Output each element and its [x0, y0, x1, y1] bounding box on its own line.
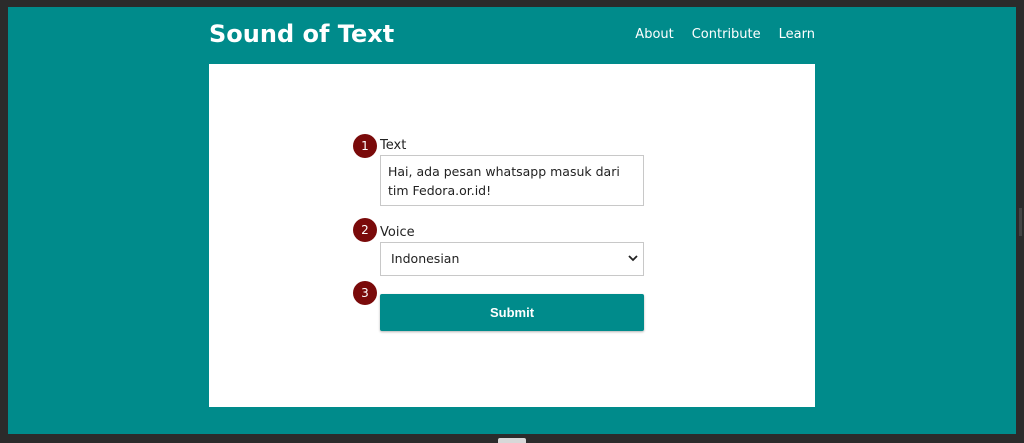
voice-select-value: Indonesian [391, 251, 460, 266]
main-nav: About Contribute Learn [635, 27, 815, 42]
submit-group: 3 Submit [353, 281, 644, 331]
tts-form: 1 Text Hai, ada pesan whatsapp masuk dar… [353, 134, 644, 331]
page-background: Sound of Text About Contribute Learn 1 T… [8, 7, 1016, 434]
nav-link-contribute[interactable]: Contribute [692, 27, 761, 42]
text-label: Text [380, 138, 407, 153]
voice-select[interactable]: Indonesian [380, 242, 644, 276]
voice-label: Voice [380, 225, 415, 240]
step-badge-2: 2 [353, 218, 377, 242]
step-badge-1: 1 [353, 134, 377, 158]
nav-link-about[interactable]: About [635, 27, 673, 42]
form-card: 1 Text Hai, ada pesan whatsapp masuk dar… [209, 64, 815, 407]
bottom-scroll-handle[interactable] [498, 438, 526, 443]
step-badge-3: 3 [353, 281, 377, 305]
text-input[interactable]: Hai, ada pesan whatsapp masuk dari tim F… [380, 155, 644, 206]
submit-button[interactable]: Submit [380, 294, 644, 331]
site-header: Sound of Text About Contribute Learn [209, 7, 815, 64]
voice-group: 2 Voice Indonesian [353, 218, 644, 276]
site-logo[interactable]: Sound of Text [209, 20, 394, 48]
chevron-down-icon [628, 255, 638, 262]
text-group: 1 Text Hai, ada pesan whatsapp masuk dar… [353, 134, 644, 206]
window-edge-marker [1019, 208, 1022, 236]
nav-link-learn[interactable]: Learn [779, 27, 815, 42]
